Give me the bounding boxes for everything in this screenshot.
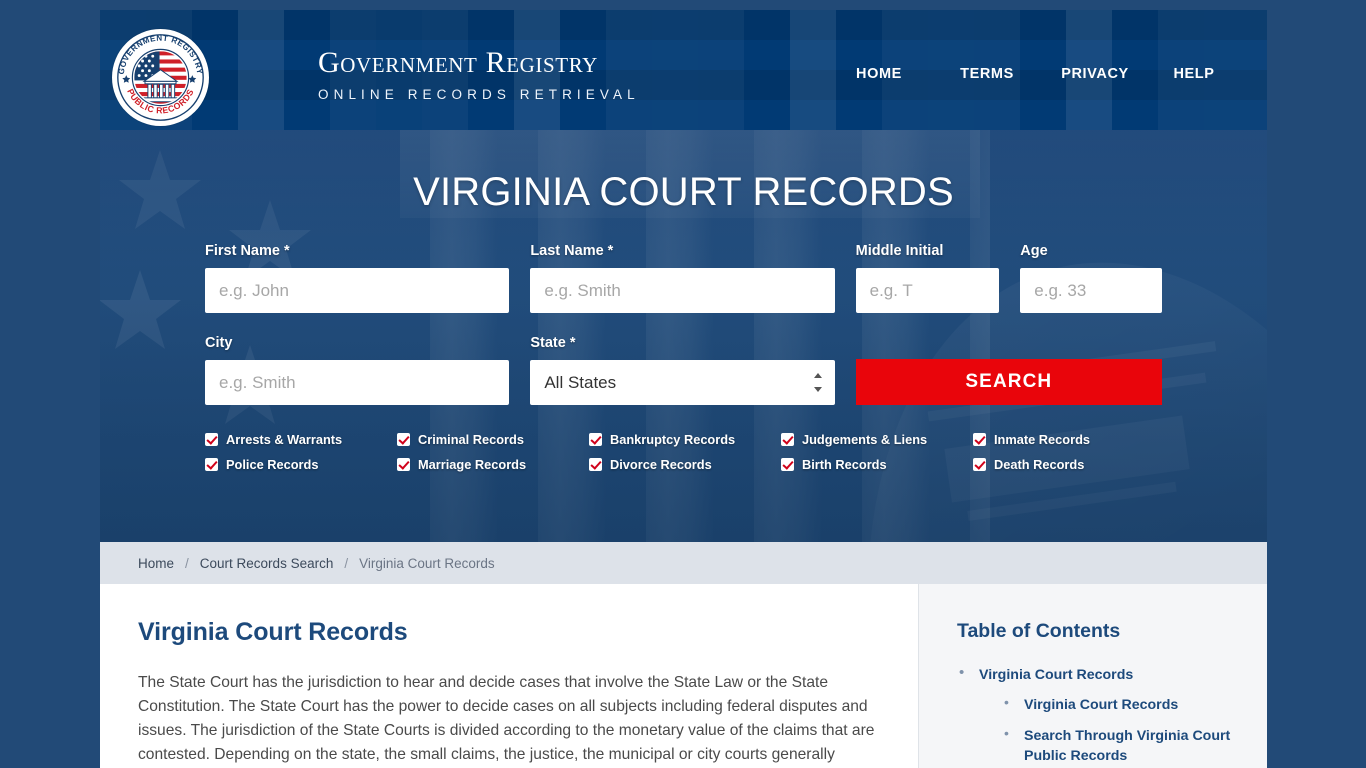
page-title: VIRGINIA COURT RECORDS [413, 170, 954, 214]
checkbox-criminal-records[interactable]: Criminal Records [397, 432, 589, 447]
logo-badge-icon: GOVERNMENT REGISTRY PUBLIC RECORDS [112, 29, 209, 126]
sidebar: Table of Contents Virginia Court Records… [918, 584, 1267, 768]
breadcrumb-separator: / [344, 555, 349, 571]
form-row-location: City State * All States SEARCH [205, 335, 1162, 405]
breadcrumb-separator: / [185, 555, 189, 571]
checkbox-label: Death Records [994, 457, 1085, 472]
checkbox-label: Divorce Records [610, 457, 712, 472]
checkbox-checked-icon [781, 433, 794, 446]
toc-link-virginia-court-records[interactable]: Virginia Court Records [979, 667, 1133, 683]
checkbox-label: Judgements & Liens [802, 432, 928, 447]
checkbox-police-records[interactable]: Police Records [205, 457, 397, 472]
site-container: GOVERNMENT REGISTRY PUBLIC RECORDS Gover… [100, 10, 1267, 768]
middle-initial-input[interactable] [855, 268, 1000, 313]
state-field: State * All States [530, 335, 835, 405]
breadcrumb-item-current: Virginia Court Records [359, 555, 495, 571]
first-name-label: First Name * [205, 243, 290, 259]
checkbox-birth-records[interactable]: Birth Records [781, 457, 973, 472]
article-heading: Virginia Court Records [138, 618, 408, 646]
checkbox-checked-icon [205, 458, 218, 471]
article-column: Virginia Court Records The State Court h… [100, 584, 918, 768]
nav-item-terms[interactable]: TERMS [933, 60, 1041, 88]
checkbox-marriage-records[interactable]: Marriage Records [397, 457, 589, 472]
toc-subitem: Search Through Virginia Court Public Rec… [1002, 724, 1237, 766]
site-header: GOVERNMENT REGISTRY PUBLIC RECORDS Gover… [100, 10, 1267, 130]
checkbox-label: Criminal Records [418, 432, 524, 447]
state-select[interactable]: All States [530, 360, 835, 405]
nav-item-help[interactable]: HELP [1149, 60, 1239, 88]
nav-item-home[interactable]: HOME [825, 60, 933, 88]
record-type-checkboxes: Arrests & Warrants Criminal Records Bank… [100, 432, 1267, 472]
brand-text-block: Government Registry ONLINE RECORDS RETRI… [318, 46, 640, 103]
checkbox-judgements-liens[interactable]: Judgements & Liens [781, 432, 973, 447]
breadcrumb-item-home[interactable]: Home [138, 556, 174, 571]
last-name-input[interactable] [530, 268, 835, 313]
checkbox-checked-icon [397, 458, 410, 471]
checkbox-bankruptcy-records[interactable]: Bankruptcy Records [589, 432, 781, 447]
last-name-field: Last Name * [530, 243, 835, 313]
checkbox-label: Arrests & Warrants [226, 432, 343, 447]
toc-link-virginia-court-records-sub[interactable]: Virginia Court Records [1024, 697, 1178, 713]
brand-subtitle: ONLINE RECORDS RETRIEVAL [318, 87, 640, 102]
site-logo[interactable]: GOVERNMENT REGISTRY PUBLIC RECORDS [112, 29, 209, 126]
checkbox-arrests-warrants[interactable]: Arrests & Warrants [205, 432, 397, 447]
content-area: Virginia Court Records The State Court h… [100, 584, 1267, 768]
toc-item: Virginia Court Records Virginia Court Re… [957, 664, 1237, 766]
toc-sublist: Virginia Court Records Search Through Vi… [979, 693, 1237, 766]
brand-title: Government Registry [318, 46, 598, 79]
breadcrumb-item-parent[interactable]: Court Records Search [200, 556, 334, 571]
article-paragraph: The State Court has the jurisdiction to … [138, 674, 875, 763]
checkbox-label: Bankruptcy Records [610, 432, 736, 447]
checkbox-inmate-records[interactable]: Inmate Records [973, 432, 1163, 447]
middle-initial-field: Middle Initial [855, 243, 1000, 313]
age-input[interactable] [1020, 268, 1162, 313]
last-name-label: Last Name * [530, 243, 614, 259]
checkbox-checked-icon [781, 458, 794, 471]
age-label: Age [1020, 243, 1048, 259]
sidebar-heading: Table of Contents [957, 620, 1121, 642]
checkbox-checked-icon [973, 458, 986, 471]
checkbox-checked-icon [973, 433, 986, 446]
city-label: City [205, 335, 233, 351]
middle-initial-label: Middle Initial [855, 243, 944, 259]
page-root: GOVERNMENT REGISTRY PUBLIC RECORDS Gover… [0, 0, 1366, 768]
breadcrumb: Home / Court Records Search / Virginia C… [100, 542, 1267, 584]
checkbox-label: Marriage Records [418, 457, 527, 472]
checkbox-label: Police Records [226, 457, 319, 472]
toc-link-search-through-virginia-court-public-records[interactable]: Search Through Virginia Court Public Rec… [1024, 728, 1230, 764]
first-name-field: First Name * [205, 243, 510, 313]
toc-subitem: Virginia Court Records [1002, 693, 1237, 715]
first-name-input[interactable] [205, 268, 510, 313]
checkbox-label: Inmate Records [994, 432, 1091, 447]
form-row-names: First Name * Last Name * Middle Initial … [205, 243, 1162, 313]
search-button[interactable]: SEARCH [855, 359, 1162, 405]
checkbox-checked-icon [397, 433, 410, 446]
checkbox-checked-icon [589, 433, 602, 446]
table-of-contents: Virginia Court Records Virginia Court Re… [957, 664, 1237, 766]
checkbox-label: Birth Records [802, 457, 887, 472]
main-navigation: HOME TERMS PRIVACY HELP [825, 60, 1239, 88]
nav-item-privacy[interactable]: PRIVACY [1041, 60, 1149, 88]
checkbox-checked-icon [205, 433, 218, 446]
checkbox-death-records[interactable]: Death Records [973, 457, 1163, 472]
checkbox-divorce-records[interactable]: Divorce Records [589, 457, 781, 472]
city-input[interactable] [205, 360, 510, 405]
city-field: City [205, 335, 510, 405]
records-search-form: First Name * Last Name * Middle Initial … [100, 243, 1267, 405]
hero-search-section: VIRGINIA COURT RECORDS First Name * Last… [100, 130, 1267, 542]
age-field: Age [1020, 243, 1162, 313]
state-label: State * [530, 335, 576, 351]
checkbox-checked-icon [589, 458, 602, 471]
